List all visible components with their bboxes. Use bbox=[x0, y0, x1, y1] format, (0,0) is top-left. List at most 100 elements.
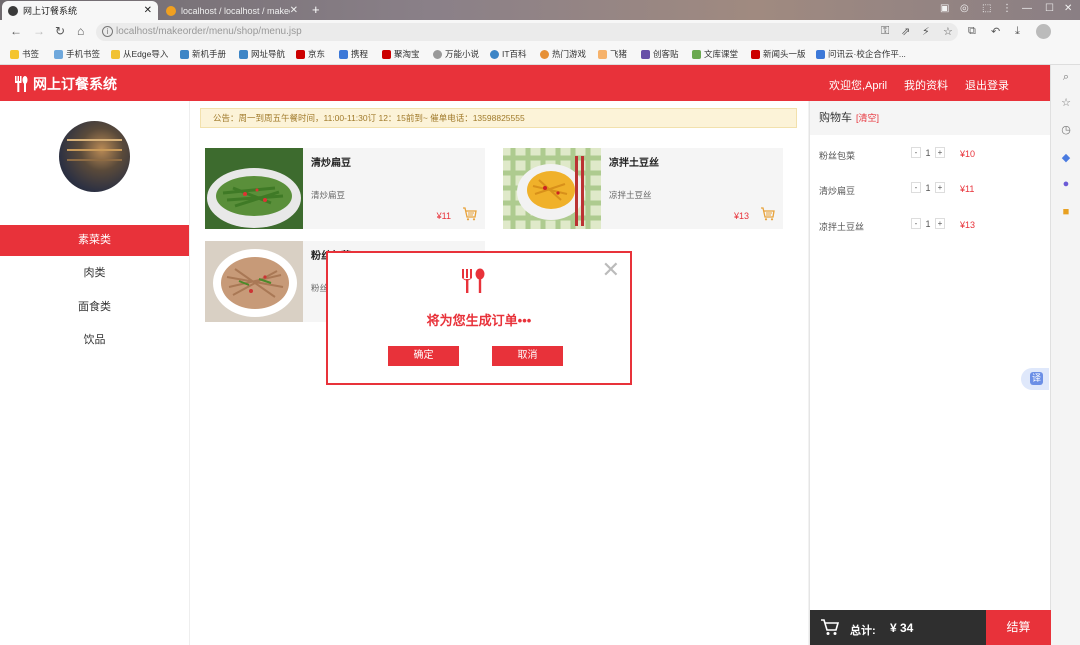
cart-item: 粉丝包菜 - 1 + ¥10 bbox=[819, 147, 1044, 163]
cart-item-price: ¥10 bbox=[960, 149, 976, 159]
quantity-value: 1 bbox=[925, 147, 931, 158]
dish-price: ¥11 bbox=[436, 211, 451, 221]
increase-button[interactable]: + bbox=[935, 182, 945, 193]
bookmark-item[interactable]: 书签 bbox=[10, 48, 39, 60]
reload-icon[interactable]: ↻ bbox=[55, 24, 65, 38]
bookmark-item[interactable]: IT百科 bbox=[490, 48, 527, 60]
cancel-button[interactable]: 取消 bbox=[492, 346, 563, 366]
add-to-cart-icon[interactable] bbox=[760, 207, 775, 221]
bookmark-item[interactable]: 手机书签 bbox=[54, 48, 100, 60]
cart-panel: 购物车 [清空] 粉丝包菜 - 1 + ¥10 清炒扁豆 - 1 + ¥11 凉拌… bbox=[809, 101, 1051, 645]
dish-card[interactable]: 清炒扁豆 清炒扁豆 ¥11 bbox=[205, 148, 485, 229]
ai-icon[interactable]: ◆ bbox=[1059, 151, 1073, 165]
site-info-icon[interactable]: i bbox=[102, 26, 113, 37]
cart-item-price: ¥13 bbox=[960, 220, 976, 230]
decrease-button[interactable]: - bbox=[911, 147, 921, 158]
bookmark-item[interactable]: 网址导航 bbox=[239, 48, 285, 60]
browser-profile-avatar[interactable] bbox=[1036, 24, 1051, 39]
clear-cart-link[interactable]: [清空] bbox=[856, 113, 879, 123]
cloud-icon bbox=[816, 49, 825, 59]
add-to-cart-icon[interactable] bbox=[462, 207, 477, 221]
jd-icon bbox=[296, 49, 305, 59]
game-icon[interactable]: ● bbox=[1059, 178, 1073, 192]
decrease-button[interactable]: - bbox=[911, 182, 921, 193]
sidebar-item-meat[interactable]: 肉类 bbox=[0, 258, 189, 289]
download-icon[interactable]: ⤓ bbox=[1015, 25, 1020, 38]
bookmark-item[interactable]: 飞猪 bbox=[598, 48, 627, 60]
sidebar-item-noodles[interactable]: 面食类 bbox=[0, 292, 189, 323]
bookmark-item[interactable]: 热门游戏 bbox=[540, 48, 586, 60]
bolt-icon[interactable]: ⚡ bbox=[922, 25, 930, 38]
bookmark-item[interactable]: 新机手册 bbox=[180, 48, 226, 60]
maximize-button[interactable]: ☐ bbox=[1045, 3, 1054, 14]
category-sidebar: 素菜类 肉类 面食类 饮品 bbox=[0, 101, 190, 645]
bookmark-item[interactable]: 新闻头一版 bbox=[751, 48, 806, 60]
bookmark-item[interactable]: 文库课堂 bbox=[692, 48, 738, 60]
collections-icon[interactable]: ⧉ bbox=[968, 25, 976, 38]
gift-icon[interactable]: ■ bbox=[1059, 206, 1073, 220]
share-icon[interactable]: ⇗ bbox=[901, 25, 910, 38]
bookmark-item[interactable]: 问讯云·校企合作平... bbox=[816, 48, 906, 60]
tab-actions-icon[interactable]: ▣ bbox=[940, 3, 949, 14]
decrease-button[interactable]: - bbox=[911, 218, 921, 229]
dish-name: 清炒扁豆 bbox=[311, 158, 351, 169]
dish-card[interactable]: 凉拌土豆丝 凉拌土豆丝 ¥13 bbox=[503, 148, 783, 229]
dish-image bbox=[205, 148, 303, 229]
bookmark-item[interactable]: 创客贴 bbox=[641, 48, 679, 60]
welcome-text: 欢迎您,April bbox=[829, 80, 888, 92]
cart-icon[interactable] bbox=[820, 618, 840, 636]
forward-icon[interactable]: → bbox=[33, 24, 45, 38]
dish-desc: 凉拌土豆丝 bbox=[609, 190, 652, 200]
key-icon[interactable]: ⚿ bbox=[881, 25, 889, 38]
fliggy-icon bbox=[598, 49, 607, 59]
dish-price: ¥13 bbox=[733, 211, 749, 221]
sidebar-item-vegetables[interactable]: 素菜类 bbox=[0, 225, 189, 256]
bookmark-item[interactable]: 携程 bbox=[339, 48, 368, 60]
minimize-button[interactable]: — bbox=[1022, 3, 1032, 14]
cart-item-name: 凉拌土豆丝 bbox=[819, 222, 865, 232]
tab-close-icon[interactable]: ✕ bbox=[290, 5, 298, 16]
undo-icon[interactable]: ↶ bbox=[991, 25, 1000, 38]
order-confirm-modal: ✕ 将为您生成订单••• 确定 取消 bbox=[326, 251, 632, 385]
search-icon[interactable]: ⌕ bbox=[1059, 71, 1073, 85]
translate-button[interactable]: 译 bbox=[1021, 368, 1049, 390]
url-input[interactable]: i localhost/makeorder/menu/shop/menu.jsp bbox=[96, 23, 958, 41]
bookmarks-bar: 书签 手机书签 从Edge导入 新机手册 网址导航 京东 携程 聚淘宝 万能小说… bbox=[0, 44, 1080, 65]
dish-image bbox=[205, 241, 303, 322]
site-favicon-icon bbox=[8, 5, 18, 16]
browser-tab-active[interactable]: 网上订餐系统 ✕ bbox=[2, 1, 158, 20]
sidebar-item-drinks[interactable]: 饮品 bbox=[0, 325, 189, 356]
quantity-value: 1 bbox=[925, 218, 931, 229]
bookmark-item[interactable]: 从Edge导入 bbox=[111, 48, 168, 60]
back-icon[interactable]: ← bbox=[10, 24, 22, 38]
confirm-button[interactable]: 确定 bbox=[388, 346, 459, 366]
star-icon[interactable]: ☆ bbox=[1059, 96, 1073, 110]
more-icon[interactable]: ⋮ bbox=[1002, 3, 1012, 14]
increase-button[interactable]: + bbox=[935, 147, 945, 158]
close-window-button[interactable]: ✕ bbox=[1064, 3, 1072, 14]
phpmyadmin-favicon-icon bbox=[166, 5, 176, 16]
home-icon[interactable]: ⌂ bbox=[77, 24, 84, 38]
checkout-button[interactable]: 结算 bbox=[986, 610, 1051, 645]
history-icon[interactable]: ◷ bbox=[1059, 123, 1073, 137]
new-tab-icon[interactable]: + bbox=[312, 2, 320, 17]
cart-item-name: 清炒扁豆 bbox=[819, 186, 856, 196]
tab-title: localhost / localhost / makeord bbox=[181, 5, 290, 16]
tab-close-icon[interactable]: ✕ bbox=[144, 5, 152, 16]
increase-button[interactable]: + bbox=[935, 218, 945, 229]
profile-link[interactable]: 我的资料 bbox=[904, 77, 948, 93]
bookmark-item[interactable]: 聚淘宝 bbox=[382, 48, 420, 60]
url-text: localhost/makeorder/menu/shop/menu.jsp bbox=[116, 26, 302, 37]
app-title: 网上订餐系统 bbox=[33, 76, 117, 92]
logout-link[interactable]: 退出登录 bbox=[965, 77, 1009, 93]
cart-item-name: 粉丝包菜 bbox=[819, 151, 856, 161]
game-icon[interactable]: ◎ bbox=[960, 3, 969, 14]
bookmark-item[interactable]: 京东 bbox=[296, 48, 325, 60]
close-icon[interactable]: ✕ bbox=[602, 259, 620, 281]
extensions-icon[interactable]: ⬚ bbox=[982, 3, 991, 14]
total-label: 总计: bbox=[850, 625, 876, 637]
bookmark-item[interactable]: 万能小说 bbox=[433, 48, 479, 60]
browser-tab-inactive[interactable]: localhost / localhost / makeord ✕ bbox=[160, 1, 304, 20]
favorite-star-icon[interactable]: ☆ bbox=[943, 25, 953, 38]
logo[interactable]: 网上订餐系统 bbox=[14, 74, 117, 94]
